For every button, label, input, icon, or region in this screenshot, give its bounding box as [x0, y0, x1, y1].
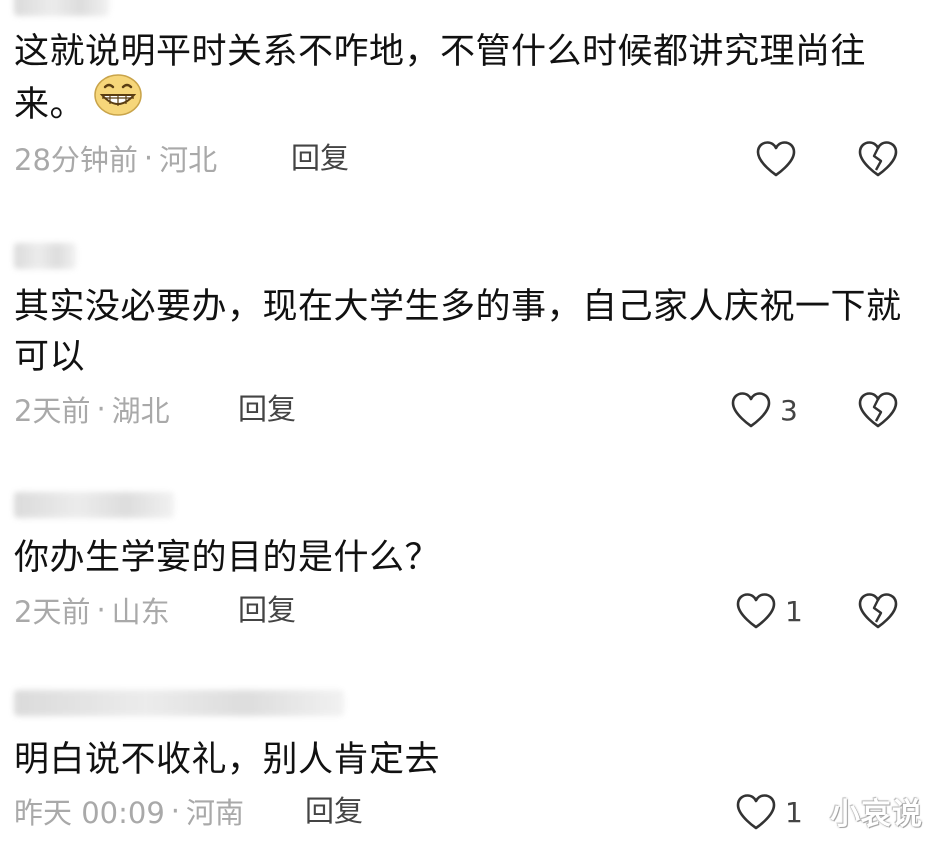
comment-meta: 2天前 · 山东	[14, 590, 170, 630]
dislike-button[interactable]	[857, 137, 899, 181]
separator: ·	[96, 593, 106, 627]
reply-button[interactable]: 回复	[238, 389, 296, 429]
like-button[interactable]	[755, 137, 805, 181]
heart-icon	[755, 140, 797, 178]
separator: ·	[170, 794, 181, 828]
broken-heart-icon	[857, 140, 899, 178]
username-blurred	[14, 0, 109, 16]
comment-text: 你办生学宴的目的是什么？	[14, 538, 441, 578]
heart-icon	[735, 592, 777, 630]
like-count: 3	[780, 393, 798, 427]
comment-location: 河北	[159, 143, 218, 177]
comment-location: 山东	[111, 595, 170, 629]
comment-text: 这就说明平时关系不咋地，不管什么时候都讲究理尚往来。	[14, 27, 909, 135]
like-button[interactable]: 1	[735, 790, 803, 834]
comment-meta: 2天前 · 湖北	[14, 389, 170, 429]
like-count: 1	[785, 795, 803, 829]
like-button[interactable]: 1	[735, 589, 803, 633]
comment-location: 河南	[186, 796, 245, 830]
dislike-button[interactable]	[857, 388, 899, 432]
comment-location: 湖北	[111, 394, 170, 428]
separator: ·	[143, 141, 154, 175]
heart-icon	[730, 391, 772, 429]
like-button[interactable]: 3	[730, 388, 798, 432]
comment-text: 明白说不收礼，别人肯定去	[14, 740, 441, 780]
watermark: 小哀说	[830, 797, 923, 832]
comment-time: 昨天 00:09	[14, 796, 165, 830]
dislike-button[interactable]	[857, 589, 899, 633]
comment-text: 其实没必要办，现在大学生多的事，自己家人庆祝一下就可以	[14, 287, 902, 377]
comment-meta: 28分钟前 · 河北	[14, 138, 217, 178]
comment-meta: 昨天 00:09 · 河南	[14, 791, 244, 831]
username-blurred	[14, 243, 76, 269]
separator: ·	[96, 392, 106, 426]
reply-button[interactable]: 回复	[291, 138, 349, 178]
username-blurred	[14, 492, 174, 518]
reply-button[interactable]: 回复	[238, 590, 296, 630]
broken-heart-icon	[857, 391, 899, 429]
grin-icon	[93, 73, 143, 131]
reply-button[interactable]: 回复	[305, 791, 363, 831]
username-blurred	[14, 690, 344, 716]
broken-heart-icon	[857, 592, 899, 630]
comment-time: 28分钟前	[14, 143, 138, 177]
like-count: 1	[785, 594, 803, 628]
heart-icon	[735, 793, 777, 831]
comment-time: 2天前	[14, 394, 91, 428]
comment-time: 2天前	[14, 595, 91, 629]
